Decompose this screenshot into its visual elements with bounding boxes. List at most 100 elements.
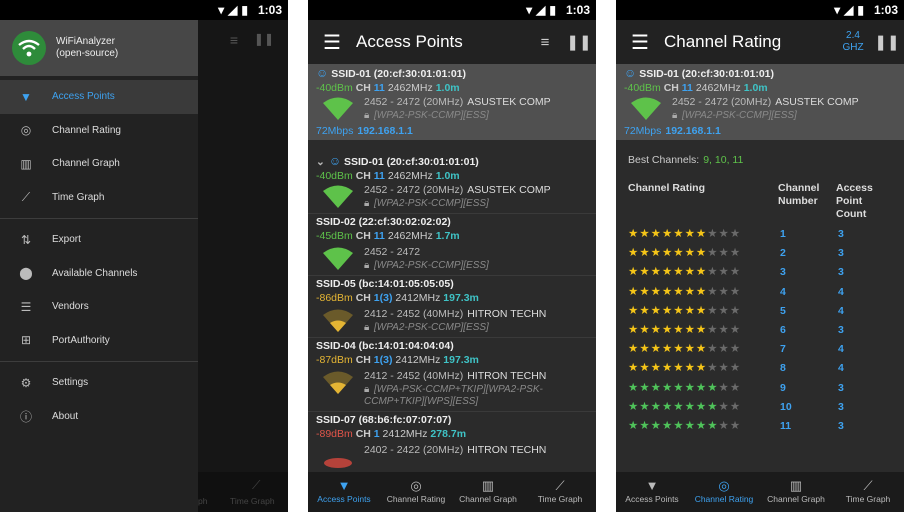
signal-radar-icon: ◎ <box>718 478 730 493</box>
line-chart-icon: ⟋ <box>252 478 261 492</box>
star-icon: ★ <box>707 343 719 356</box>
divider <box>0 218 198 219</box>
clock: 1:03 <box>873 3 898 17</box>
ap-count: 3 <box>838 324 844 336</box>
drawer-item-settings[interactable]: ⚙ Settings <box>0 366 198 400</box>
channel-number: 11 <box>780 420 792 432</box>
signal-status-icon: ◢ <box>228 3 238 17</box>
drawer-item-vendors[interactable]: ☰ Vendors <box>0 290 198 324</box>
star-icon: ★ <box>718 362 730 375</box>
star-icon: ★ <box>729 381 742 394</box>
connected-access-point[interactable]: ☺ SSID-01 (20:cf:30:01:01:01) -40dBm CH … <box>616 64 904 140</box>
star-icon: ★ <box>661 324 674 336</box>
filter-icon[interactable]: ≡ <box>528 34 562 51</box>
lock-icon: 🔒︎ <box>364 384 370 395</box>
bar-chart-icon: ▥ <box>481 478 495 493</box>
drawer-item-about[interactable]: ⓘ About <box>0 400 198 434</box>
access-point-item[interactable]: SSID-05 (bc:14:01:05:05:05) -86dBm CH 1(… <box>308 276 596 338</box>
drawer-item-available-channels[interactable]: ⬤ Available Channels <box>0 257 198 291</box>
rating-stars: ★★★★★★★★★★ <box>628 322 741 336</box>
channel-rating-row: ★★★★★★★★★★ 6 3 <box>628 320 898 339</box>
drawer-item-time-graph[interactable]: ⟋ Time Graph <box>0 181 198 215</box>
star-icon: ★ <box>628 304 640 317</box>
wifi-strength-icon <box>631 97 661 120</box>
star-icon: ★ <box>673 400 685 413</box>
rating-stars: ★★★★★★★★★★ <box>628 418 741 432</box>
star-icon: ★ <box>729 285 742 298</box>
app-title: WiFiAnalyzer <box>56 36 115 47</box>
star-icon: ★ <box>695 247 708 260</box>
drawer-item-channel-rating[interactable]: ◎ Channel Rating <box>0 114 198 148</box>
pause-icon[interactable]: ❚❚ <box>870 33 904 51</box>
hamburger-menu-icon[interactable]: ☰ <box>308 30 356 55</box>
channel-rating-row: ★★★★★★★★★★ 2 3 <box>628 243 898 262</box>
star-icon: ★ <box>718 285 730 298</box>
nav-channel-rating[interactable]: ◎ Channel Rating <box>688 472 760 512</box>
star-icon: ★ <box>639 343 651 356</box>
star-icon: ★ <box>718 304 730 317</box>
access-point-item[interactable]: ⌄ ☺ SSID-01 (20:cf:30:01:01:01) -40dBm CH… <box>308 152 596 214</box>
page-title: Channel Rating <box>664 32 782 51</box>
star-icon: ★ <box>650 420 662 432</box>
app-logo <box>12 31 46 65</box>
star-icon: ★ <box>718 343 730 356</box>
bottom-navigation: ▼ Access Points ◎ Channel Rating ▥ Channel … <box>308 472 596 512</box>
star-icon: ★ <box>718 228 730 240</box>
ap-count: 4 <box>838 285 844 298</box>
status-bar: ▾ ◢ ▮ 1:03 <box>616 0 904 20</box>
access-point-item[interactable]: SSID-02 (22:cf:30:02:02:02) -45dBm CH 11… <box>308 214 596 276</box>
star-icon: ★ <box>707 381 719 394</box>
lock-icon: 🔒︎ <box>364 260 370 271</box>
star-icon: ★ <box>718 420 730 432</box>
star-icon: ★ <box>628 343 640 356</box>
nav-channel-graph[interactable]: ▥ Channel Graph <box>760 472 832 512</box>
star-icon: ★ <box>639 362 651 375</box>
star-icon: ★ <box>684 285 696 298</box>
channel-rating-row: ★★★★★★★★★★ 11 3 <box>628 416 898 435</box>
ap-count: 3 <box>838 228 844 240</box>
star-icon: ★ <box>661 285 674 298</box>
status-bar: ▾ ◢ ▮ 1:03 <box>308 0 596 20</box>
nav-access-points[interactable]: ▼ Access Points <box>308 472 380 512</box>
star-icon: ★ <box>639 381 651 394</box>
nav-channel-graph[interactable]: ▥ Channel Graph <box>452 472 524 512</box>
star-icon: ★ <box>729 266 742 279</box>
wifi-strength-icon <box>323 309 353 332</box>
nav-time-graph[interactable]: ⟋ Time Graph <box>832 472 904 512</box>
list-icon: ☰ <box>20 299 32 314</box>
drawer-item-portauthority[interactable]: ⊞ PortAuthority <box>0 324 198 358</box>
channel-rating-row: ★★★★★★★★★★ 5 4 <box>628 301 898 320</box>
lock-icon: 🔒︎ <box>364 322 370 333</box>
star-icon: ★ <box>729 324 742 336</box>
star-icon: ★ <box>695 228 708 240</box>
star-icon: ★ <box>628 400 640 413</box>
connected-access-point[interactable]: ☺ SSID-01 (20:cf:30:01:01:01) -40dBm CH … <box>308 64 596 140</box>
band-toggle[interactable]: 2.4 GHZ <box>836 30 870 54</box>
phone-channel-rating-screen: ▾ ◢ ▮ 1:03 ☰ Channel Rating 2.4 GHZ ❚❚ ☺ SS… <box>616 0 904 512</box>
drawer-scrim[interactable]: ≡ ❚❚ ph Time Graph ⟋ <box>198 20 288 512</box>
channel-rating-row: ★★★★★★★★★★ 10 3 <box>628 397 898 416</box>
star-icon: ★ <box>639 228 651 240</box>
drawer-item-access-points[interactable]: ▼ Access Points <box>0 80 198 114</box>
access-point-item[interactable]: SSID-04 (bc:14:01:04:04:04) -87dBm CH 1(… <box>308 338 596 412</box>
star-icon: ★ <box>729 247 742 260</box>
drawer-item-export[interactable]: ⇅ Export <box>0 223 198 257</box>
nav-time-graph[interactable]: ⟋ Time Graph <box>524 472 596 512</box>
pause-icon[interactable]: ❚❚ <box>562 33 596 51</box>
star-icon: ★ <box>673 285 685 298</box>
star-icon: ★ <box>661 228 674 240</box>
access-point-list[interactable]: ☺ SSID-01 (20:cf:30:01:01:01) -40dBm CH … <box>308 64 596 472</box>
star-icon: ★ <box>684 324 696 336</box>
star-icon: ★ <box>684 247 696 260</box>
star-icon: ★ <box>650 343 662 356</box>
drawer-item-channel-graph[interactable]: ▥ Channel Graph <box>0 147 198 181</box>
hamburger-menu-icon[interactable]: ☰ <box>616 30 664 55</box>
lock-icon: 🔒︎ <box>364 110 370 121</box>
ap-count: 3 <box>838 266 844 279</box>
pause-icon: ❚❚ <box>253 32 274 46</box>
access-point-item[interactable]: SSID-07 (68:b6:fc:07:07:07) -89dBm CH 1 … <box>308 412 596 472</box>
wifi-status-icon: ▾ <box>218 3 225 17</box>
nav-channel-rating[interactable]: ◎ Channel Rating <box>380 472 452 512</box>
filter-icon: ≡ <box>229 32 238 48</box>
nav-access-points[interactable]: ▼ Access Points <box>616 472 688 512</box>
